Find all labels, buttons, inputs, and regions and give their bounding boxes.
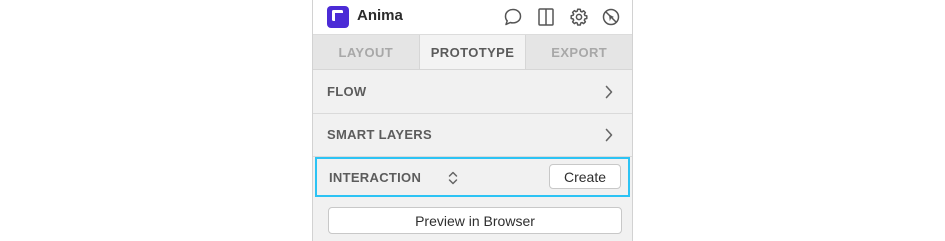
chevron-right-icon bbox=[605, 85, 613, 99]
app-title: Anima bbox=[357, 7, 403, 24]
gear-icon[interactable] bbox=[569, 7, 589, 27]
interaction-label: INTERACTION bbox=[329, 170, 422, 185]
comment-icon[interactable] bbox=[503, 7, 523, 27]
panel-header: Anima bbox=[313, 0, 632, 35]
stage: Anima LAYOUT PROTOTYPE EXPORT FLOW SMART… bbox=[0, 0, 945, 241]
tab-prototype[interactable]: PROTOTYPE bbox=[418, 35, 527, 69]
flow-row[interactable]: FLOW bbox=[313, 70, 632, 114]
disable-icon[interactable] bbox=[601, 7, 621, 27]
anima-panel: Anima LAYOUT PROTOTYPE EXPORT FLOW SMART… bbox=[312, 0, 633, 241]
interaction-row: INTERACTION Create bbox=[315, 157, 630, 197]
tab-bar: LAYOUT PROTOTYPE EXPORT bbox=[313, 35, 632, 70]
up-down-chevron-icon[interactable] bbox=[446, 170, 460, 186]
tab-layout[interactable]: LAYOUT bbox=[313, 35, 419, 69]
chevron-right-icon bbox=[605, 128, 613, 142]
tab-export[interactable]: EXPORT bbox=[526, 35, 632, 69]
smart-layers-label: SMART LAYERS bbox=[327, 127, 432, 142]
smart-layers-row[interactable]: SMART LAYERS bbox=[313, 113, 632, 157]
panel-layout-icon[interactable] bbox=[536, 7, 556, 27]
create-button[interactable]: Create bbox=[549, 164, 621, 189]
flow-label: FLOW bbox=[327, 84, 367, 99]
anima-logo-icon bbox=[327, 6, 349, 28]
preview-in-browser-button[interactable]: Preview in Browser bbox=[328, 207, 622, 234]
